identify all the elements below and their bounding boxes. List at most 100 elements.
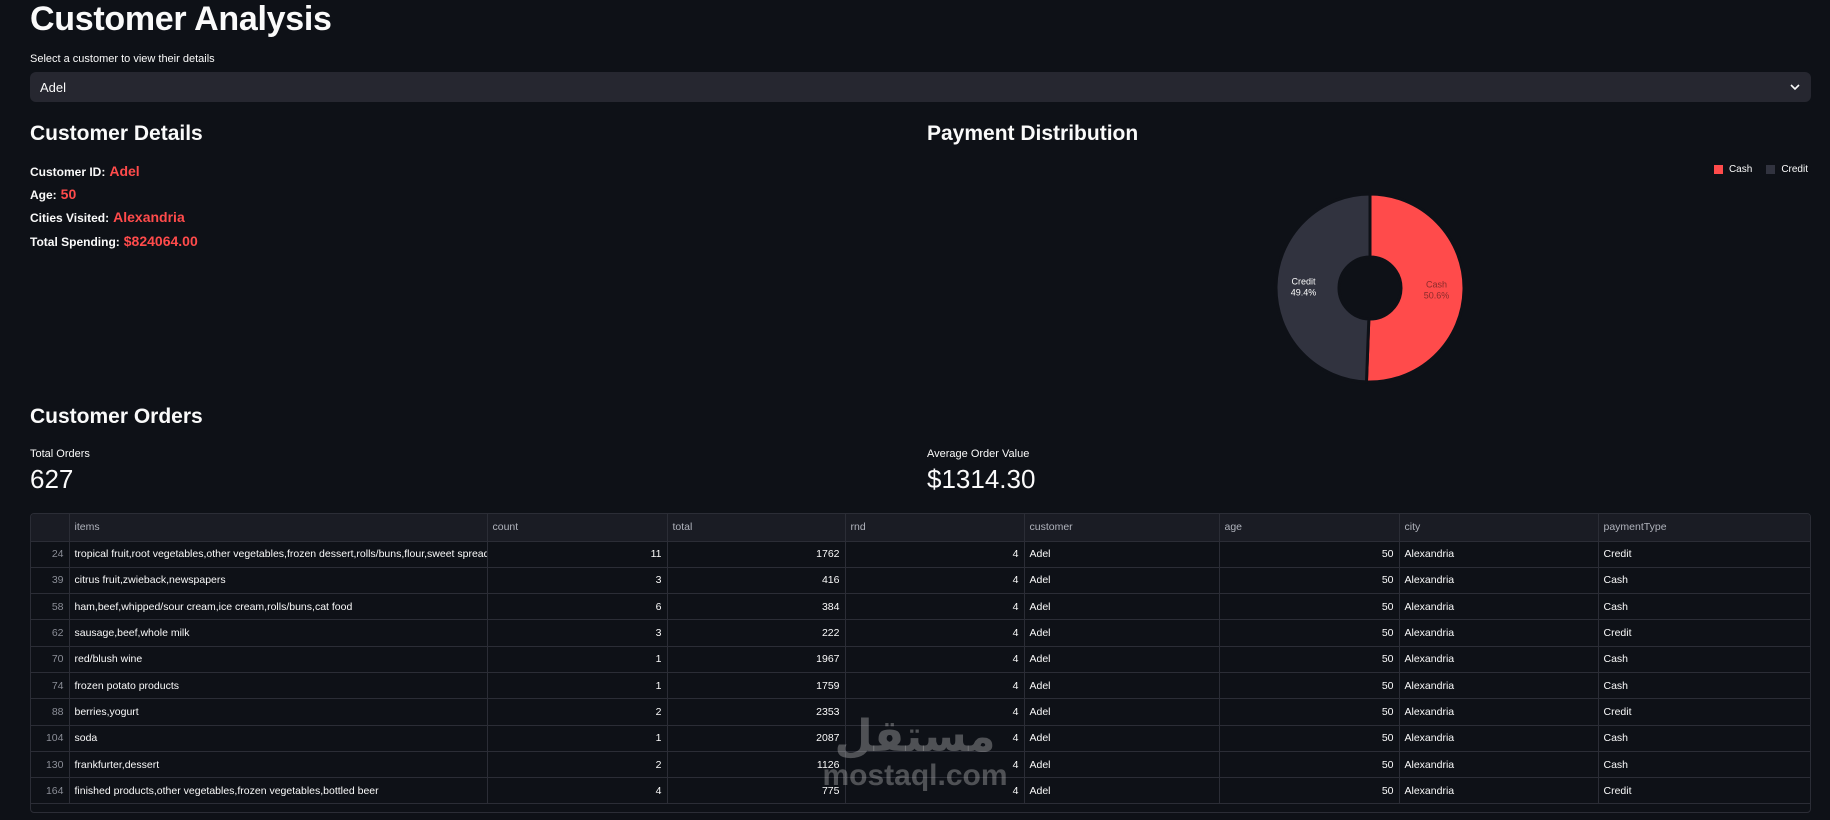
table-cell-rnd[interactable]: 4 (845, 619, 1025, 647)
column-header-city[interactable]: city (1399, 514, 1599, 542)
table-cell-items[interactable]: soda (69, 725, 488, 752)
table-cell-customer[interactable]: Adel (1024, 567, 1220, 595)
table-cell-paymenttype[interactable]: Cash (1598, 567, 1810, 595)
table-cell-items[interactable]: tropical fruit,root vegetables,other veg… (69, 541, 488, 568)
table-cell-customer[interactable]: Adel (1024, 541, 1220, 568)
table-cell-age[interactable]: 50 (1219, 777, 1400, 805)
table-cell-items[interactable]: citrus fruit,zwieback,newspapers (69, 567, 488, 595)
table-cell-rnd[interactable]: 4 (845, 698, 1025, 726)
table-cell-rnd[interactable]: 4 (845, 777, 1025, 805)
table-cell-total[interactable]: 1762 (667, 541, 846, 568)
table-cell-count[interactable]: 2 (487, 698, 668, 726)
table-cell-customer[interactable]: Adel (1024, 777, 1220, 805)
table-cell-total[interactable]: 2087 (667, 725, 846, 752)
table-cell-items[interactable]: finished products,other vegetables,froze… (69, 777, 488, 805)
column-header-paymenttype[interactable]: paymentType (1598, 514, 1810, 542)
table-cell-paymenttype[interactable]: Cash (1598, 751, 1810, 779)
table-cell-count[interactable]: 6 (487, 593, 668, 621)
table-row[interactable]: 62 sausage,beef,whole milk 3 222 4 Adel 50 Alex… (31, 619, 1810, 647)
table-row[interactable]: 58 ham,beef,whipped/sour cream,ice cream,… (31, 593, 1810, 621)
legend-item-credit[interactable]: Credit (1766, 164, 1808, 175)
table-cell-customer[interactable]: Adel (1024, 751, 1220, 779)
table-cell-paymenttype[interactable]: Credit (1598, 777, 1810, 805)
row-index-cell[interactable]: 88 (31, 698, 70, 726)
column-header-rnd[interactable]: rnd (845, 514, 1025, 542)
table-cell-city[interactable]: Alexandria (1399, 567, 1599, 595)
table-cell-count[interactable]: 1 (487, 725, 668, 752)
table-cell-count[interactable]: 4 (487, 777, 668, 805)
table-cell-age[interactable]: 50 (1219, 619, 1400, 647)
table-cell-total[interactable]: 222 (667, 619, 846, 647)
table-cell-rnd[interactable]: 4 (845, 725, 1025, 752)
column-header-age[interactable]: age (1219, 514, 1400, 542)
table-cell-total[interactable]: 1126 (667, 751, 846, 779)
orders-table[interactable]: items count total rnd customer age city payment… (30, 513, 1811, 813)
table-cell-city[interactable]: Alexandria (1399, 672, 1599, 700)
customer-select[interactable]: Adel (30, 72, 1811, 102)
table-cell-total[interactable]: 384 (667, 593, 846, 621)
table-cell-age[interactable]: 50 (1219, 541, 1400, 568)
table-cell-customer[interactable]: Adel (1024, 619, 1220, 647)
table-cell-count[interactable]: 3 (487, 567, 668, 595)
table-cell-paymenttype[interactable]: Cash (1598, 672, 1810, 700)
table-cell-age[interactable]: 50 (1219, 672, 1400, 700)
table-cell-age[interactable]: 50 (1219, 593, 1400, 621)
table-cell-age[interactable]: 50 (1219, 725, 1400, 752)
table-cell-age[interactable]: 50 (1219, 646, 1400, 673)
table-cell-city[interactable]: Alexandria (1399, 646, 1599, 673)
table-cell-city[interactable]: Alexandria (1399, 541, 1599, 568)
row-index-cell[interactable]: 74 (31, 672, 70, 700)
legend-item-cash[interactable]: Cash (1713, 164, 1752, 175)
table-cell-paymenttype[interactable]: Credit (1598, 698, 1810, 726)
table-cell-rnd[interactable]: 4 (845, 646, 1025, 673)
table-row[interactable]: 88 berries,yogurt 2 2353 4 Adel 50 Alexandria Cr… (31, 698, 1810, 726)
table-row[interactable]: 70 red/blush wine 1 1967 4 Adel 50 Alexandria Ca… (31, 646, 1810, 673)
table-cell-items[interactable]: frankfurter,dessert (69, 751, 488, 779)
table-cell-items[interactable]: sausage,beef,whole milk (69, 619, 488, 647)
table-cell-total[interactable]: 775 (667, 777, 846, 805)
table-cell-items[interactable]: berries,yogurt (69, 698, 488, 726)
table-cell-count[interactable]: 3 (487, 619, 668, 647)
table-cell-total[interactable]: 416 (667, 567, 846, 595)
table-cell-count[interactable]: 1 (487, 672, 668, 700)
table-cell-paymenttype[interactable]: Cash (1598, 646, 1810, 673)
table-cell-age[interactable]: 50 (1219, 567, 1400, 595)
table-cell-customer[interactable]: Adel (1024, 698, 1220, 726)
table-row[interactable]: 74 frozen potato products 1 1759 4 Adel 50 Alex… (31, 672, 1810, 700)
table-cell-rnd[interactable]: 4 (845, 751, 1025, 779)
table-cell-total[interactable]: 2353 (667, 698, 846, 726)
table-cell-items[interactable]: frozen potato products (69, 672, 488, 700)
row-index-cell[interactable]: 62 (31, 619, 70, 647)
table-cell-city[interactable]: Alexandria (1399, 619, 1599, 647)
table-cell-rnd[interactable]: 4 (845, 593, 1025, 621)
table-cell-city[interactable]: Alexandria (1399, 751, 1599, 779)
table-cell-paymenttype[interactable]: Credit (1598, 541, 1810, 568)
table-cell-paymenttype[interactable]: Cash (1598, 725, 1810, 752)
table-cell-paymenttype[interactable]: Cash (1598, 593, 1810, 621)
table-row[interactable]: 24 tropical fruit,root vegetables,other v… (31, 541, 1810, 568)
table-row[interactable]: 39 citrus fruit,zwieback,newspapers 3 416 4 A… (31, 567, 1810, 595)
table-cell-age[interactable]: 50 (1219, 698, 1400, 726)
table-row[interactable]: 104 soda 1 2087 4 Adel 50 Alexandria Cash (31, 725, 1810, 752)
table-cell-count[interactable]: 2 (487, 751, 668, 779)
row-index-cell[interactable]: 24 (31, 541, 70, 568)
table-cell-customer[interactable]: Adel (1024, 593, 1220, 621)
table-cell-count[interactable]: 1 (487, 646, 668, 673)
table-cell-total[interactable]: 1759 (667, 672, 846, 700)
row-index-cell[interactable]: 164 (31, 777, 70, 805)
table-cell-items[interactable]: red/blush wine (69, 646, 488, 673)
table-cell-customer[interactable]: Adel (1024, 646, 1220, 673)
table-cell-city[interactable]: Alexandria (1399, 698, 1599, 726)
table-row[interactable]: 164 finished products,other vegetables,fr… (31, 777, 1810, 805)
row-index-cell[interactable]: 130 (31, 751, 70, 779)
column-header-count[interactable]: count (487, 514, 668, 542)
table-row[interactable]: 130 frankfurter,dessert 2 1126 4 Adel 50 Alexan… (31, 751, 1810, 779)
table-cell-city[interactable]: Alexandria (1399, 593, 1599, 621)
table-cell-paymenttype[interactable]: Credit (1598, 619, 1810, 647)
table-cell-rnd[interactable]: 4 (845, 541, 1025, 568)
table-cell-total[interactable]: 1967 (667, 646, 846, 673)
row-index-cell[interactable]: 39 (31, 567, 70, 595)
row-index-cell[interactable]: 104 (31, 725, 70, 752)
table-cell-age[interactable]: 50 (1219, 751, 1400, 779)
table-cell-count[interactable]: 11 (487, 541, 668, 568)
